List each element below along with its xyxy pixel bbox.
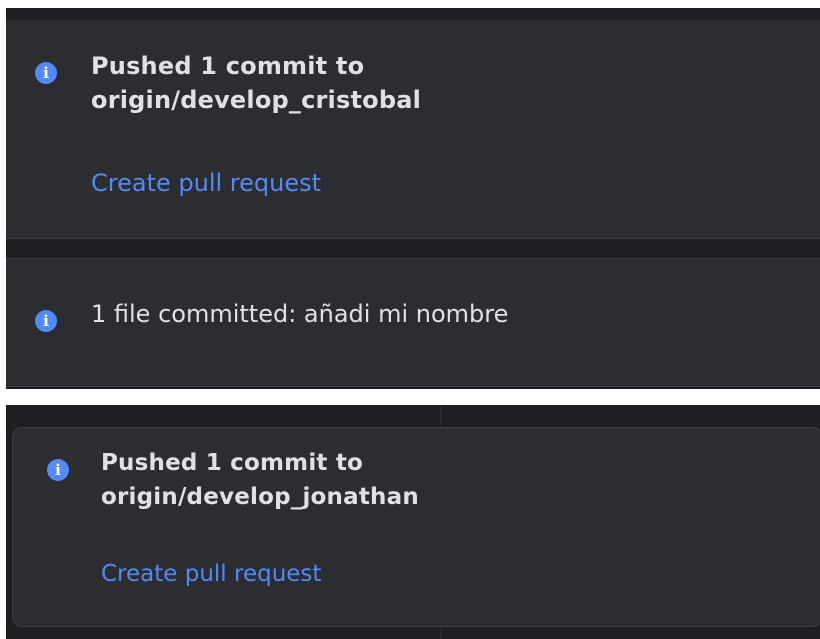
- notification-title: Pushed 1 commit to origin/develop_jonath…: [101, 446, 419, 514]
- create-pull-request-link[interactable]: Create pull request: [101, 557, 321, 591]
- notification-message: 1 file committed: añadi mi nombre: [91, 300, 509, 328]
- notification-title-line1: Pushed 1 commit to: [101, 450, 364, 476]
- info-icon: i: [35, 62, 57, 84]
- notification-panel-top: i Pushed 1 commit to origin/develop_cris…: [6, 8, 820, 389]
- notification-title-line2: origin/develop_jonathan: [101, 484, 419, 510]
- info-icon: i: [47, 459, 69, 481]
- create-pull-request-link[interactable]: Create pull request: [91, 166, 321, 200]
- notification-title-line1: Pushed 1 commit to: [91, 52, 365, 80]
- notification-title-line2: origin/develop_cristobal: [91, 86, 422, 114]
- notification-file-committed: i 1 file committed: añadi mi nombre: [6, 258, 820, 387]
- info-icon: i: [35, 310, 57, 332]
- notification-title: Pushed 1 commit to origin/develop_cristo…: [91, 49, 421, 117]
- notification-panel-bottom: i Pushed 1 commit to origin/develop_jona…: [6, 405, 820, 639]
- notification-pushed-cristobal: i Pushed 1 commit to origin/develop_cris…: [6, 20, 820, 239]
- notification-pushed-jonathan: i Pushed 1 commit to origin/develop_jona…: [12, 427, 820, 627]
